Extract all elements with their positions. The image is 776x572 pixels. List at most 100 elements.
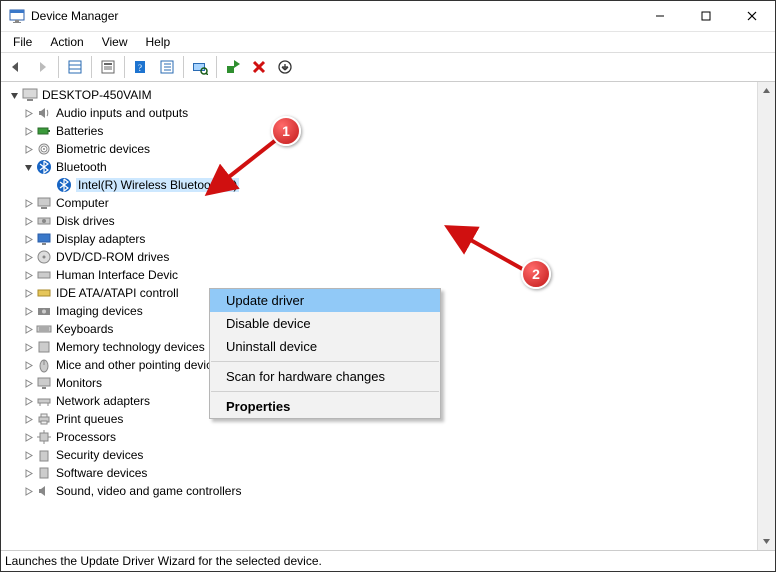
ide-icon: [36, 285, 52, 301]
expand-icon[interactable]: [21, 376, 35, 390]
selected-device-label: Intel(R) Wireless Bluetooth(R): [76, 178, 239, 192]
expand-icon[interactable]: [21, 430, 35, 444]
tree-node-bluetooth-device[interactable]: Intel(R) Wireless Bluetooth(R): [1, 176, 757, 194]
expand-icon[interactable]: [21, 142, 35, 156]
expand-icon[interactable]: [21, 304, 35, 318]
context-scan-hardware[interactable]: Scan for hardware changes: [210, 365, 440, 388]
tree-node-hid[interactable]: Human Interface Devic: [1, 266, 757, 284]
menubar: File Action View Help: [1, 32, 775, 53]
speaker-icon: [36, 105, 52, 121]
tree-node-security[interactable]: Security devices: [1, 446, 757, 464]
disable-button[interactable]: [273, 55, 297, 79]
fingerprint-icon: [36, 141, 52, 157]
expand-icon[interactable]: [21, 214, 35, 228]
computer-icon: [36, 195, 52, 211]
keyboard-icon: [36, 321, 52, 337]
tree-root-label: DESKTOP-450VAIM: [42, 88, 152, 102]
status-text: Launches the Update Driver Wizard for th…: [5, 554, 322, 568]
tree-node-computer[interactable]: Computer: [1, 194, 757, 212]
expand-icon[interactable]: [21, 484, 35, 498]
computer-icon: [22, 87, 38, 103]
expand-icon[interactable]: [21, 466, 35, 480]
tree-node-software[interactable]: Software devices: [1, 464, 757, 482]
action-list-button[interactable]: [155, 55, 179, 79]
toolbar-separator: [91, 56, 92, 78]
cpu-icon: [36, 429, 52, 445]
close-button[interactable]: [729, 1, 775, 31]
tree-node-audio[interactable]: Audio inputs and outputs: [1, 104, 757, 122]
expand-icon[interactable]: [21, 124, 35, 138]
help-button[interactable]: ?: [129, 55, 153, 79]
memory-icon: [36, 339, 52, 355]
toolbar-separator: [216, 56, 217, 78]
uninstall-button[interactable]: [247, 55, 271, 79]
menu-file[interactable]: File: [5, 34, 40, 50]
tree-node-batteries[interactable]: Batteries: [1, 122, 757, 140]
expand-icon[interactable]: [21, 358, 35, 372]
bluetooth-icon: [56, 177, 72, 193]
monitor-icon: [36, 375, 52, 391]
hid-icon: [36, 267, 52, 283]
expand-icon[interactable]: [21, 412, 35, 426]
tree-root[interactable]: DESKTOP-450VAIM: [1, 86, 757, 104]
toolbar-separator: [183, 56, 184, 78]
toolbar-separator: [58, 56, 59, 78]
expand-icon[interactable]: [21, 286, 35, 300]
tree-node-biometric[interactable]: Biometric devices: [1, 140, 757, 158]
device-tree[interactable]: DESKTOP-450VAIM Audio inputs and outputs…: [1, 82, 757, 550]
expand-icon[interactable]: [21, 232, 35, 246]
context-properties[interactable]: Properties: [210, 395, 440, 418]
show-hide-tree-button[interactable]: [63, 55, 87, 79]
toolbar-separator: [124, 56, 125, 78]
back-button[interactable]: [4, 55, 28, 79]
update-driver-button[interactable]: [221, 55, 245, 79]
expand-icon[interactable]: [21, 196, 35, 210]
tree-node-dvd[interactable]: DVD/CD-ROM drives: [1, 248, 757, 266]
network-icon: [36, 393, 52, 409]
tree-node-bluetooth[interactable]: Bluetooth: [1, 158, 757, 176]
titlebar: Device Manager: [1, 1, 775, 32]
expand-icon[interactable]: [21, 394, 35, 408]
svg-text:?: ?: [138, 63, 142, 73]
cd-icon: [36, 249, 52, 265]
annotation-bubble-1: 1: [271, 116, 301, 146]
collapse-icon[interactable]: [7, 88, 21, 102]
minimize-button[interactable]: [637, 1, 683, 31]
tree-node-display[interactable]: Display adapters: [1, 230, 757, 248]
menu-action[interactable]: Action: [42, 34, 91, 50]
camera-icon: [36, 303, 52, 319]
forward-button[interactable]: [30, 55, 54, 79]
menu-view[interactable]: View: [94, 34, 136, 50]
tree-node-disk[interactable]: Disk drives: [1, 212, 757, 230]
scroll-down-icon[interactable]: [758, 533, 775, 550]
context-separator: [211, 391, 439, 392]
tree-node-sound[interactable]: Sound, video and game controllers: [1, 482, 757, 500]
annotation-bubble-2: 2: [521, 259, 551, 289]
expand-icon[interactable]: [21, 268, 35, 282]
context-update-driver[interactable]: Update driver: [210, 289, 440, 312]
context-uninstall-device[interactable]: Uninstall device: [210, 335, 440, 358]
context-separator: [211, 361, 439, 362]
sound-icon: [36, 483, 52, 499]
scroll-up-icon[interactable]: [758, 82, 775, 99]
printer-icon: [36, 411, 52, 427]
tree-node-processors[interactable]: Processors: [1, 428, 757, 446]
expand-icon[interactable]: [21, 340, 35, 354]
expand-icon[interactable]: [21, 250, 35, 264]
device-manager-window: Device Manager File Action View Help ?: [0, 0, 776, 572]
properties-button[interactable]: [96, 55, 120, 79]
expand-icon[interactable]: [21, 322, 35, 336]
expand-icon[interactable]: [21, 448, 35, 462]
mouse-icon: [36, 357, 52, 373]
toolbar: ?: [1, 53, 775, 82]
window-title: Device Manager: [31, 9, 118, 23]
maximize-button[interactable]: [683, 1, 729, 31]
collapse-icon[interactable]: [21, 160, 35, 174]
vertical-scrollbar[interactable]: [757, 82, 775, 550]
menu-help[interactable]: Help: [138, 34, 179, 50]
scan-hardware-button[interactable]: [188, 55, 212, 79]
bluetooth-icon: [36, 159, 52, 175]
context-disable-device[interactable]: Disable device: [210, 312, 440, 335]
display-icon: [36, 231, 52, 247]
expand-icon[interactable]: [21, 106, 35, 120]
